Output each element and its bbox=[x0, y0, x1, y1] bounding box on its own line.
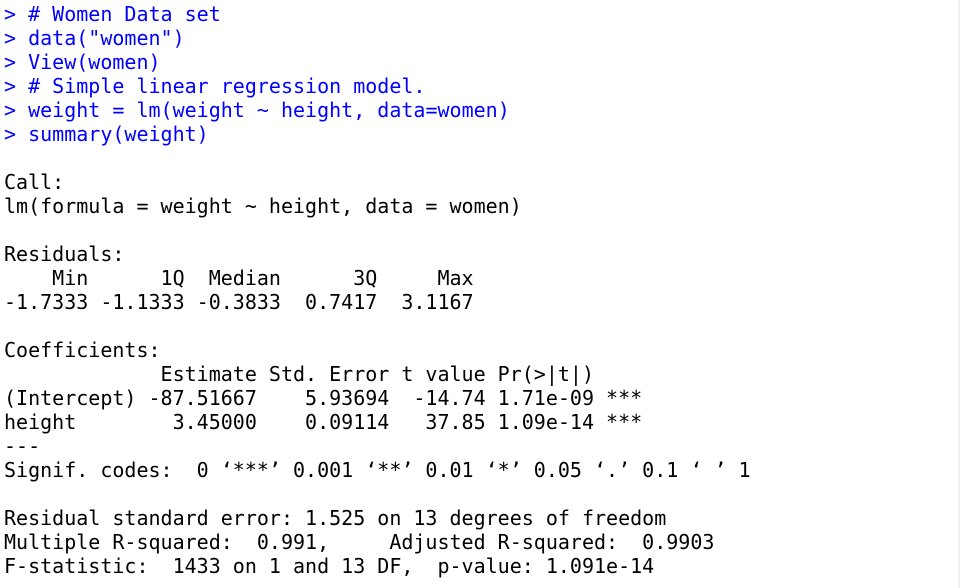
prompt-symbol: > bbox=[4, 122, 29, 146]
coefficient-row-intercept: (Intercept) -87.51667 5.93694 -14.74 1.7… bbox=[4, 386, 643, 410]
residual-standard-error: Residual standard error: 1.525 on 13 deg… bbox=[4, 506, 667, 530]
command-text: weight = lm(weight ~ height, data=women) bbox=[28, 98, 510, 122]
console-input-line: > data("women") bbox=[4, 26, 954, 50]
command-text: data("women") bbox=[28, 26, 185, 50]
residuals-values: -1.7333 -1.1333 -0.3833 0.7417 3.1167 bbox=[4, 290, 486, 314]
console-input-line: > weight = lm(weight ~ height, data=wome… bbox=[4, 98, 954, 122]
coefficients-columns: Estimate Std. Error t value Pr(>|t|) bbox=[4, 362, 643, 386]
call-formula: lm(formula = weight ~ height, data = wom… bbox=[4, 194, 522, 218]
residuals-labels: Min 1Q Median 3Q Max bbox=[4, 266, 486, 290]
r-squared-text: Multiple R-squared: 0.991, Adjusted R-sq… bbox=[4, 530, 727, 554]
prompt-symbol: > bbox=[4, 50, 29, 74]
call-header: Call: bbox=[4, 170, 65, 194]
r-console[interactable]: > # Women Data set > data("women") > Vie… bbox=[4, 2, 954, 578]
r-squared-line: Multiple R-squared: 0.991, Adjusted R-sq… bbox=[4, 530, 954, 554]
residuals-header: Residuals: bbox=[4, 242, 125, 266]
prompt-symbol: > bbox=[4, 98, 29, 122]
f-statistic: F-statistic: 1433 on 1 and 13 DF, p-valu… bbox=[4, 554, 655, 578]
command-text: # Simple linear regression model. bbox=[28, 74, 426, 98]
command-text: # Women Data set bbox=[28, 2, 221, 26]
console-input-line: > # Women Data set bbox=[4, 2, 954, 26]
prompt-symbol: > bbox=[4, 2, 29, 26]
command-text: summary(weight) bbox=[28, 122, 209, 146]
separator: --- bbox=[4, 434, 41, 458]
console-input-line: > # Simple linear regression model. bbox=[4, 74, 954, 98]
coefficient-row-height: height 3.45000 0.09114 37.85 1.09e-14 **… bbox=[4, 410, 643, 434]
console-input-line: > View(women) bbox=[4, 50, 954, 74]
coefficients-header: Coefficients: bbox=[4, 338, 161, 362]
prompt-symbol: > bbox=[4, 74, 29, 98]
signif-codes: Signif. codes: 0 ‘***’ 0.001 ‘**’ 0.01 ‘… bbox=[4, 458, 751, 482]
command-text: View(women) bbox=[28, 50, 161, 74]
prompt-symbol: > bbox=[4, 26, 29, 50]
console-input-line: > summary(weight) bbox=[4, 122, 954, 146]
